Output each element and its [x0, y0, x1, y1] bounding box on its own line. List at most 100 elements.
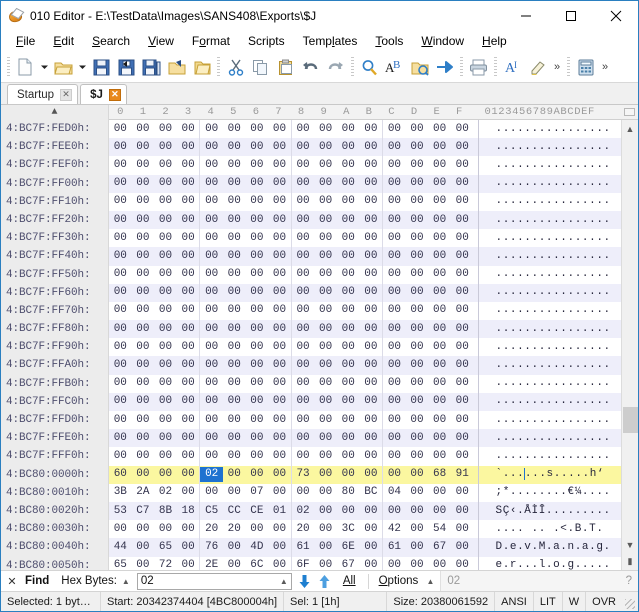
hex-byte[interactable]: 00 [132, 522, 155, 537]
hex-byte[interactable]: 00 [109, 394, 132, 409]
hex-byte[interactable]: 91 [451, 467, 474, 482]
hex-byte[interactable]: 00 [268, 558, 291, 570]
hex-byte[interactable]: 00 [154, 194, 177, 209]
hex-row-ascii[interactable]: SÇ‹.ÅÌÎ......... [490, 504, 622, 519]
hex-byte[interactable]: 00 [200, 194, 223, 209]
hex-byte[interactable]: 00 [132, 322, 155, 337]
close-tab-icon[interactable]: ✕ [60, 89, 72, 101]
tab-j[interactable]: $J ✕ [80, 84, 127, 104]
hex-byte[interactable]: 00 [132, 413, 155, 428]
hex-row-bytes[interactable]: 00 00 00 00 00 00 00 00 00 00 00 00 00 00 00 00 [109, 411, 474, 429]
hex-byte[interactable]: 00 [314, 504, 337, 519]
hex-byte[interactable]: 00 [383, 194, 406, 209]
find-input[interactable]: 02 ▲ [137, 573, 292, 590]
hex-byte[interactable]: 00 [154, 449, 177, 464]
hex-byte[interactable]: 00 [200, 140, 223, 155]
hex-byte[interactable]: 00 [337, 413, 360, 428]
hex-row[interactable]: 4:BC80:0000h: 60 00 00 00 02 00 00 00 73 00 00 00 00 0… [1, 466, 621, 484]
hex-byte[interactable]: 00 [314, 303, 337, 318]
hex-byte[interactable]: 00 [132, 340, 155, 355]
hex-byte[interactable]: 00 [223, 267, 246, 282]
hex-byte[interactable]: 00 [132, 558, 155, 570]
toolbar-grip-4[interactable] [460, 57, 463, 77]
hex-byte[interactable]: 00 [292, 376, 315, 391]
hex-byte[interactable]: 6F [292, 558, 315, 570]
hex-byte[interactable]: 00 [451, 194, 474, 209]
hex-row-bytes[interactable]: 00 00 00 00 00 00 00 00 00 00 00 00 00 00 00 00 [109, 302, 474, 320]
hex-byte[interactable]: 00 [337, 231, 360, 246]
hex-row-ascii[interactable]: ................ [490, 176, 622, 191]
copy-icon[interactable] [248, 55, 273, 79]
find-in-files-icon[interactable] [407, 55, 432, 79]
close-button[interactable] [593, 1, 638, 31]
hex-byte[interactable]: 00 [200, 267, 223, 282]
hex-byte[interactable]: 00 [177, 540, 200, 555]
hex-byte[interactable]: 00 [154, 467, 177, 482]
hex-byte[interactable]: 00 [337, 467, 360, 482]
hex-byte[interactable]: 00 [337, 394, 360, 409]
hex-row-ascii[interactable]: ................ [490, 413, 622, 428]
hex-byte[interactable]: 00 [223, 449, 246, 464]
hex-byte[interactable]: 00 [268, 376, 291, 391]
hex-byte[interactable]: 00 [200, 122, 223, 137]
menu-help[interactable]: Help [473, 32, 516, 51]
hex-byte[interactable]: 00 [177, 140, 200, 155]
hex-byte[interactable]: 00 [177, 485, 200, 500]
hex-byte[interactable]: 00 [292, 249, 315, 264]
hex-byte[interactable]: 00 [360, 467, 383, 482]
hex-byte[interactable]: 20 [292, 522, 315, 537]
hex-byte[interactable]: 00 [223, 285, 246, 300]
hex-byte[interactable]: 00 [177, 231, 200, 246]
hex-byte[interactable]: 00 [314, 449, 337, 464]
hex-byte[interactable]: 00 [337, 140, 360, 155]
hex-byte[interactable]: 00 [177, 213, 200, 228]
hex-byte[interactable]: 00 [246, 249, 269, 264]
hex-row-ascii[interactable]: ................ [490, 431, 622, 446]
hex-byte[interactable]: 00 [292, 358, 315, 373]
hex-byte[interactable]: 00 [109, 413, 132, 428]
hex-row-bytes[interactable]: 00 00 00 00 00 00 00 00 00 00 00 00 00 00 00 00 [109, 193, 474, 211]
hex-byte[interactable]: 00 [246, 231, 269, 246]
hex-byte[interactable]: 00 [132, 358, 155, 373]
hex-row-bytes[interactable]: 00 00 00 00 00 00 00 00 00 00 00 00 00 00 00 00 [109, 156, 474, 174]
hex-byte[interactable]: 20 [223, 522, 246, 537]
hex-row[interactable]: 4:BC80:0040h: 44 00 65 00 76 00 4D 00 61 00 6E 00 61 0… [1, 538, 621, 556]
hex-row-bytes[interactable]: 00 00 00 00 00 00 00 00 00 00 00 00 00 00 00 00 [109, 375, 474, 393]
hex-byte[interactable]: 00 [451, 158, 474, 173]
scroll-bottom-icon[interactable]: ▮ [622, 553, 639, 570]
hex-byte[interactable]: 00 [246, 176, 269, 191]
hex-byte[interactable]: 00 [383, 176, 406, 191]
hex-row[interactable]: 4:BC7F:FEF0h: 00 00 00 00 00 00 00 00 00 00 00 00 00 0… [1, 156, 621, 174]
hex-byte[interactable]: 00 [200, 158, 223, 173]
new-file-dropdown-icon[interactable] [38, 55, 51, 79]
hex-byte[interactable]: 00 [383, 376, 406, 391]
hex-byte[interactable]: 00 [246, 449, 269, 464]
open-dropdown-icon[interactable] [76, 55, 89, 79]
hex-byte[interactable]: 00 [223, 467, 246, 482]
status-width[interactable]: W [563, 592, 586, 612]
hex-row[interactable]: 4:BC80:0010h: 3B 2A 02 00 00 00 07 00 00 00 80 BC 04 0… [1, 484, 621, 502]
hex-byte[interactable]: 6C [246, 558, 269, 570]
hex-byte[interactable]: 00 [268, 194, 291, 209]
hex-byte[interactable]: 00 [360, 394, 383, 409]
hex-row-ascii[interactable]: ................ [490, 140, 622, 155]
hex-byte[interactable]: 02 [154, 485, 177, 500]
hex-byte[interactable]: 00 [406, 285, 429, 300]
hex-byte[interactable]: 00 [292, 140, 315, 155]
hex-byte[interactable]: 00 [200, 394, 223, 409]
hex-byte[interactable]: 00 [292, 176, 315, 191]
hex-byte[interactable]: 00 [428, 558, 451, 570]
hex-byte[interactable]: 00 [383, 467, 406, 482]
hex-row[interactable]: 4:BC80:0050h: 65 00 72 00 2E 00 6C 00 6F 00 67 00 00 0… [1, 557, 621, 571]
address-sort-header[interactable]: ▲ [1, 105, 109, 120]
hex-byte[interactable]: 00 [360, 231, 383, 246]
hex-byte[interactable]: 00 [200, 413, 223, 428]
hex-byte[interactable]: 00 [383, 213, 406, 228]
hex-byte[interactable]: 00 [268, 522, 291, 537]
hex-byte[interactable]: 00 [154, 285, 177, 300]
hex-byte[interactable]: 00 [223, 176, 246, 191]
hex-byte[interactable]: 00 [223, 431, 246, 446]
hex-byte[interactable]: 00 [406, 522, 429, 537]
hex-byte[interactable]: 00 [268, 122, 291, 137]
hex-row-ascii[interactable]: ................ [490, 267, 622, 282]
